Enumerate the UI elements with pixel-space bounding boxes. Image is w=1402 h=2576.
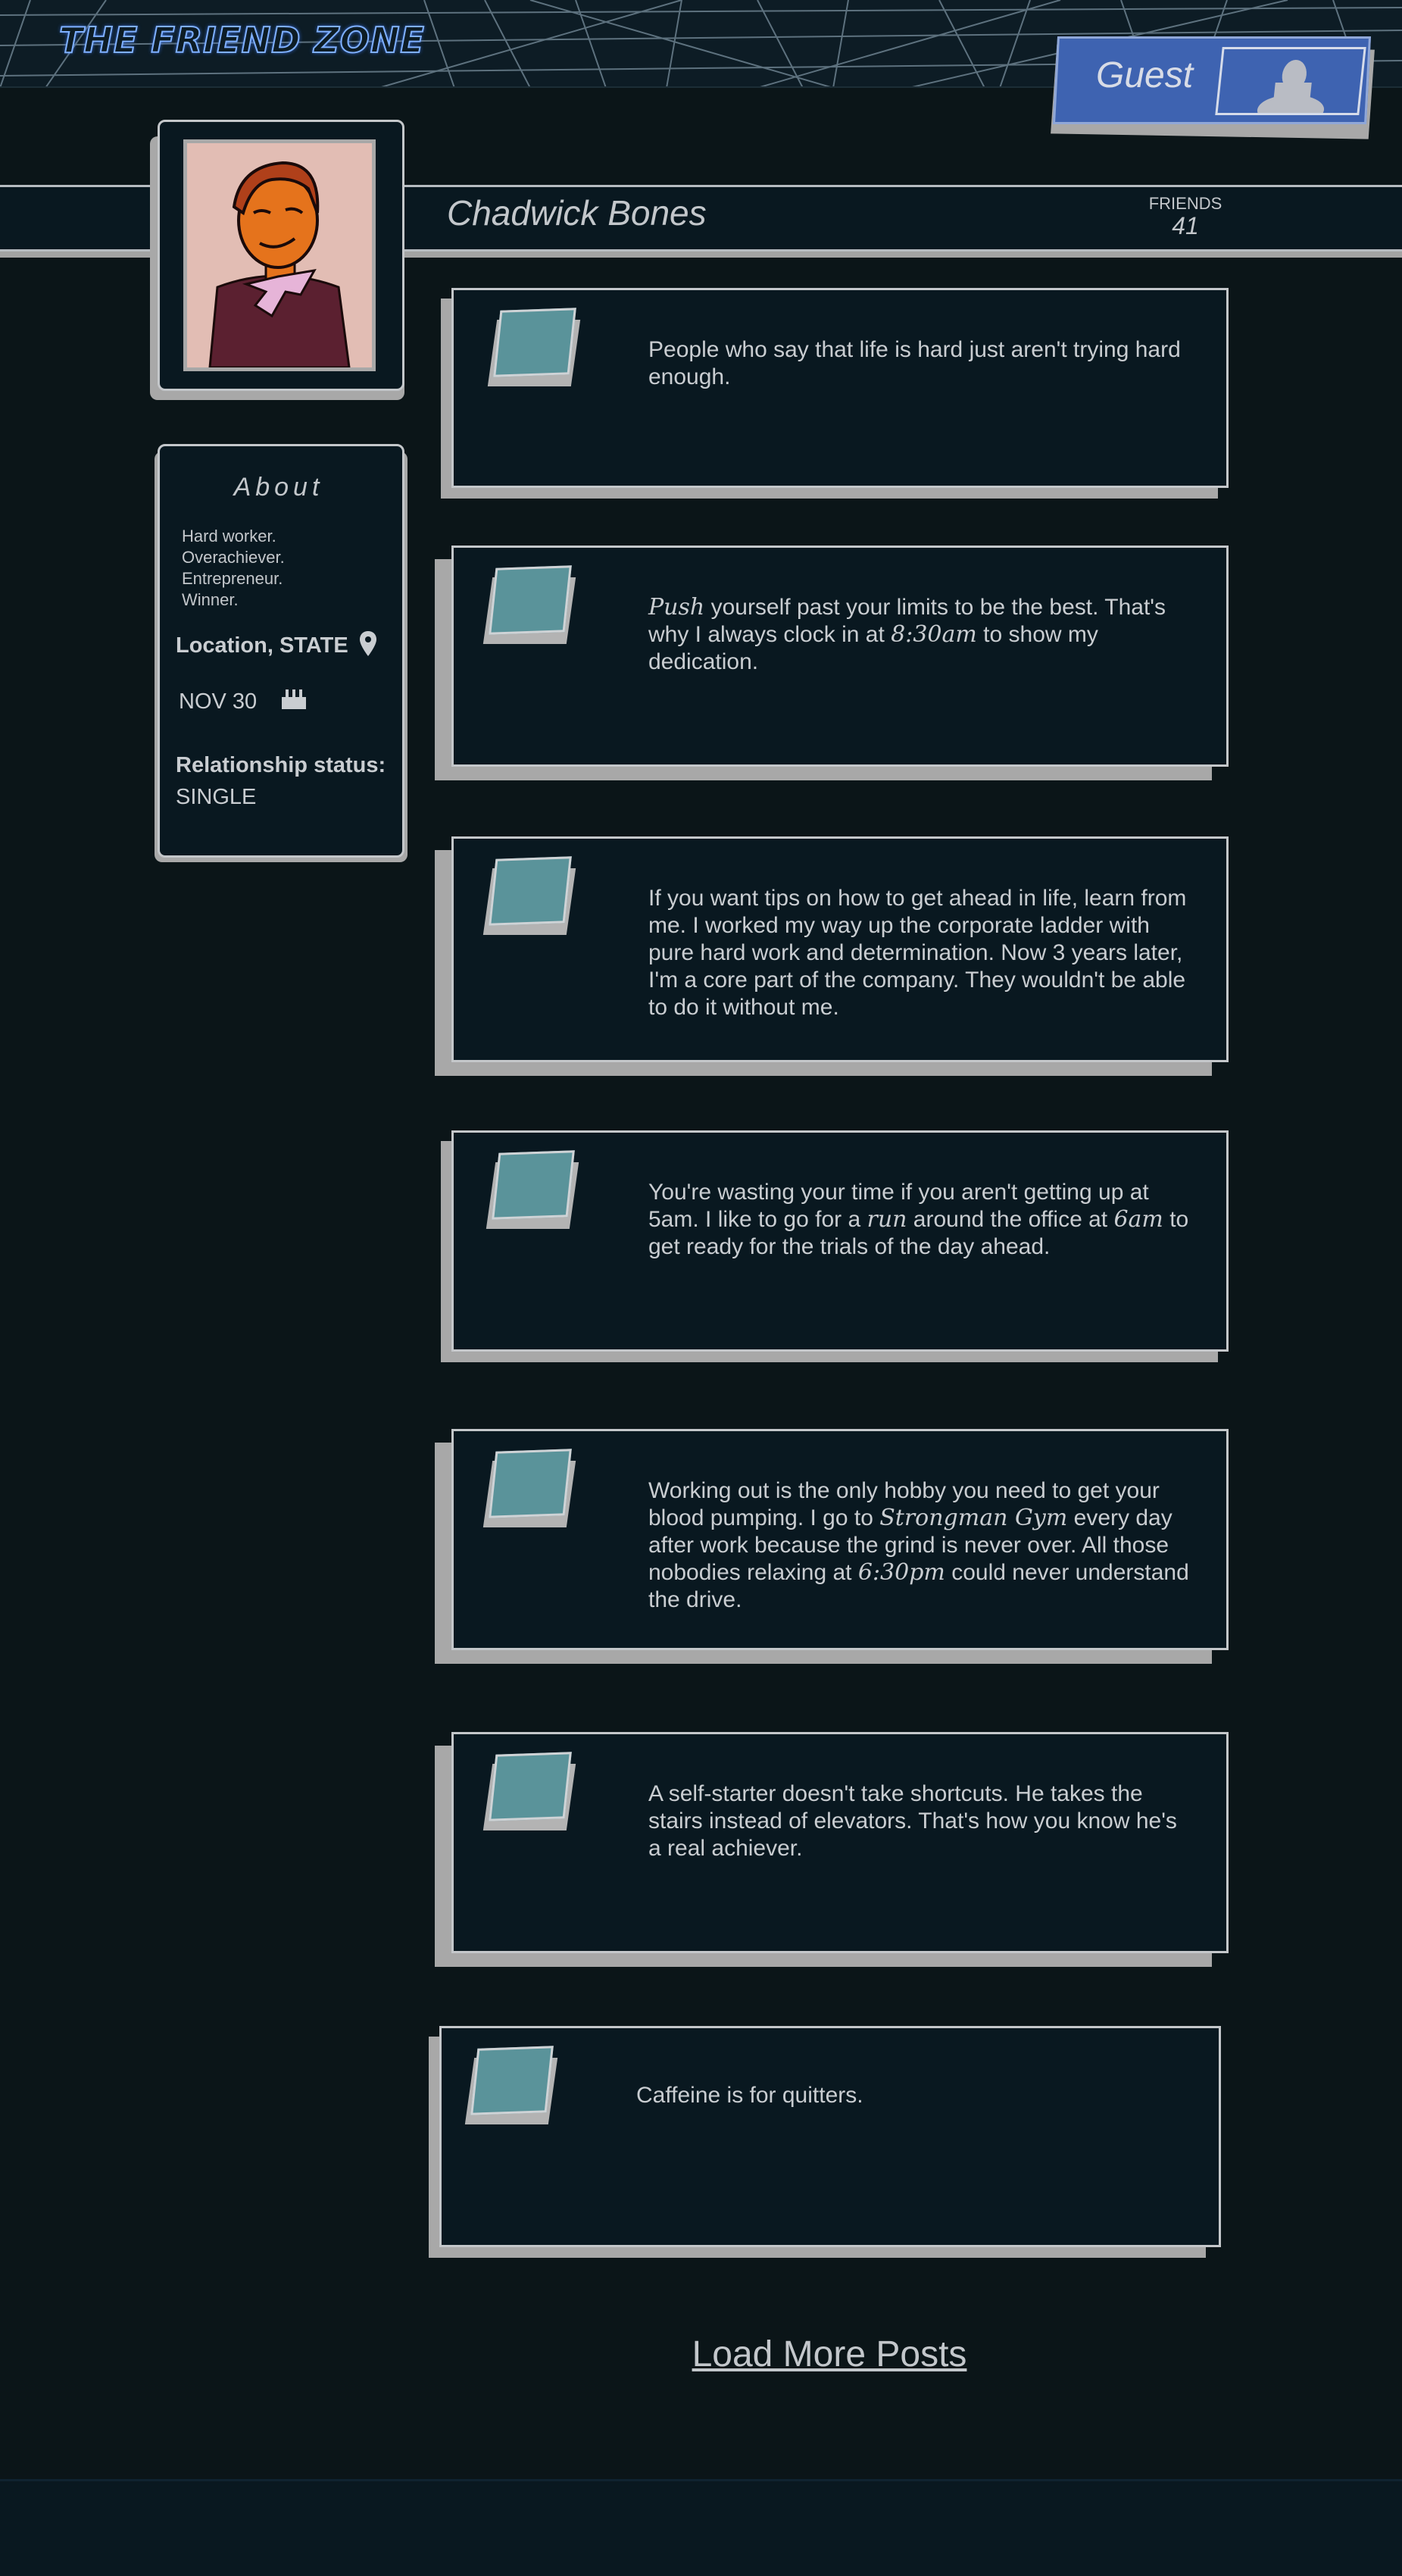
site-logo[interactable]: THE FRIEND ZONE: [58, 19, 425, 61]
friends-count[interactable]: 41: [1144, 212, 1227, 240]
birthday-text: NOV 30: [179, 689, 258, 714]
profile-name: Chadwick Bones: [447, 193, 707, 233]
post-card[interactable]: A self-starter doesn't take shortcuts. H…: [435, 1732, 1239, 1967]
post-avatar-thumbnail: [489, 856, 572, 926]
post-text-segment: A self-starter doesn't take shortcuts. H…: [648, 1781, 1177, 1861]
post-text-handwritten: 8:30am: [891, 621, 977, 648]
post-card[interactable]: Working out is the only hobby you need t…: [435, 1429, 1239, 1664]
load-more-posts-button[interactable]: Load More Posts: [576, 2334, 1083, 2375]
bio-line: Hard worker.: [182, 527, 276, 546]
post-text: Push yourself past your limits to be the…: [648, 594, 1194, 676]
profile-avatar-card: [150, 120, 407, 400]
post-avatar-thumbnail: [489, 1449, 572, 1518]
post-avatar-thumbnail: [470, 2046, 554, 2115]
location-text: Location, STATE: [176, 633, 348, 658]
friends-label[interactable]: FRIENDS: [1144, 194, 1227, 214]
bio-line: Winner.: [182, 590, 239, 609]
post-text: A self-starter doesn't take shortcuts. H…: [648, 1780, 1194, 1862]
post-card[interactable]: If you want tips on how to get ahead in …: [435, 836, 1239, 1076]
user-menu-button[interactable]: Guest: [1049, 36, 1376, 139]
post-text-segment: If you want tips on how to get ahead in …: [648, 886, 1187, 1020]
post-text-segment: Caffeine is for quitters.: [636, 2083, 863, 2108]
relationship-label: Relationship status:: [176, 753, 386, 777]
post-card[interactable]: Caffeine is for quitters.: [429, 2026, 1227, 2258]
user-name-label: Guest: [1096, 55, 1194, 95]
about-bio: Hard worker. Overachiever. Entrepreneur.…: [182, 526, 285, 611]
birthday-cake-icon: [282, 689, 306, 709]
page-footer: [0, 2479, 1402, 2576]
post-avatar-thumbnail: [489, 1752, 572, 1821]
bio-line: Overachiever.: [182, 548, 285, 567]
post-text-segment: around the office at: [907, 1207, 1114, 1232]
post-text: Working out is the only hobby you need t…: [648, 1477, 1194, 1614]
about-card: About Hard worker. Overachiever. Entrepr…: [150, 444, 407, 862]
post-text: If you want tips on how to get ahead in …: [648, 885, 1194, 1021]
location-row: Location, STATE: [176, 633, 348, 658]
post-card[interactable]: Push yourself past your limits to be the…: [435, 546, 1239, 780]
post-text-handwritten: run: [866, 1206, 907, 1233]
post-card[interactable]: People who say that life is hard just ar…: [441, 288, 1239, 499]
guest-avatar-icon: [1215, 47, 1366, 125]
post-text: You're wasting your time if you aren't g…: [648, 1179, 1194, 1261]
post-text: People who say that life is hard just ar…: [648, 336, 1194, 391]
post-text: Caffeine is for quitters.: [636, 2082, 1182, 2109]
post-avatar-thumbnail: [489, 565, 572, 635]
bio-line: Entrepreneur.: [182, 569, 283, 588]
birthday-row: NOV 30: [179, 689, 257, 714]
post-text-handwritten: Push: [648, 594, 705, 621]
relationship-value: SINGLE: [176, 785, 257, 809]
about-title: About: [233, 473, 324, 502]
profile-picture: [183, 139, 376, 371]
post-text-handwritten: 6:30pm: [857, 1559, 945, 1586]
location-pin-icon: [360, 631, 376, 656]
post-avatar-thumbnail: [493, 308, 576, 377]
post-text-handwritten: 6am: [1113, 1206, 1163, 1233]
post-text-handwritten: Strongman Gym: [879, 1505, 1068, 1531]
post-card[interactable]: You're wasting your time if you aren't g…: [441, 1130, 1239, 1362]
post-text-segment: People who say that life is hard just ar…: [648, 337, 1181, 389]
post-avatar-thumbnail: [492, 1150, 575, 1220]
